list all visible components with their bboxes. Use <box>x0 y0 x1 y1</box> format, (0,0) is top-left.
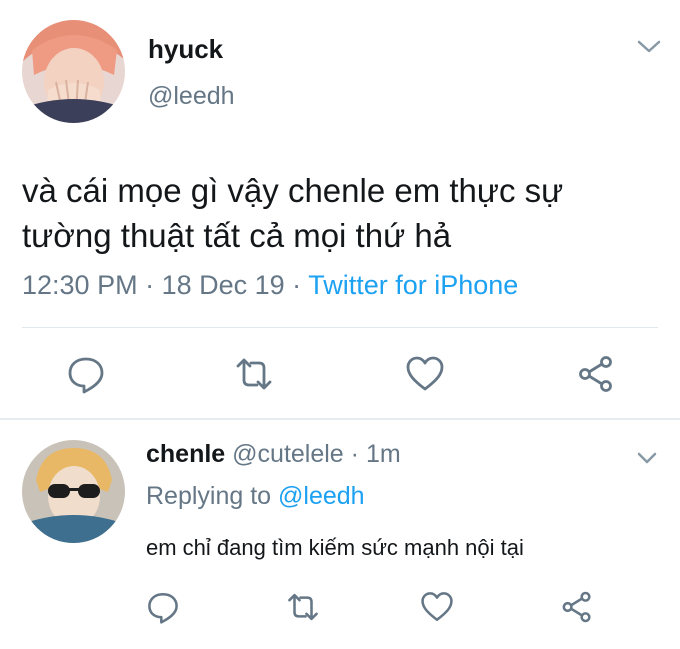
divider <box>0 418 680 420</box>
author-name[interactable]: chenle <box>146 440 225 468</box>
like-icon[interactable] <box>405 354 445 394</box>
reply-text: em chỉ đang tìm kiếm sức mạnh nội tại <box>146 535 524 560</box>
tweet-date[interactable]: 18 Dec 19 <box>162 270 285 300</box>
divider <box>22 327 658 328</box>
tweet-meta: 12:30 PM · 18 Dec 19 · Twitter for iPhon… <box>22 270 518 301</box>
meta-separator: · <box>137 270 162 300</box>
meta-separator: · <box>343 440 366 468</box>
tweet-age[interactable]: 1m <box>366 440 401 468</box>
reply-actions <box>0 587 680 627</box>
tweet-time[interactable]: 12:30 PM <box>22 270 138 300</box>
reply-icon[interactable] <box>66 354 106 394</box>
share-icon[interactable] <box>560 590 594 624</box>
avatar[interactable] <box>22 440 125 543</box>
tweet-text: và cái mọe gì vậy chenle em thực sự tườn… <box>22 172 564 254</box>
author-handle[interactable]: @cutelele <box>232 440 344 468</box>
replying-prefix: Replying to <box>146 482 279 510</box>
author-handle[interactable]: @leedh <box>148 82 235 111</box>
chevron-down-icon[interactable] <box>636 38 662 56</box>
reply-icon[interactable] <box>146 590 180 624</box>
tweet-actions <box>0 350 680 398</box>
avatar[interactable] <box>22 20 125 123</box>
replying-to: Replying to @leedh <box>146 482 365 511</box>
meta-separator: · <box>284 270 309 300</box>
retweet-icon[interactable] <box>286 590 320 624</box>
reply-header: chenle @cutelele · 1m <box>146 440 401 469</box>
retweet-icon[interactable] <box>234 354 274 394</box>
chevron-down-icon[interactable] <box>636 450 658 466</box>
like-icon[interactable] <box>420 590 454 624</box>
tweet-source-link[interactable]: Twitter for iPhone <box>308 270 518 300</box>
replying-to-link[interactable]: @leedh <box>278 482 365 510</box>
author-name[interactable]: hyuck <box>148 34 223 65</box>
share-icon[interactable] <box>576 354 616 394</box>
